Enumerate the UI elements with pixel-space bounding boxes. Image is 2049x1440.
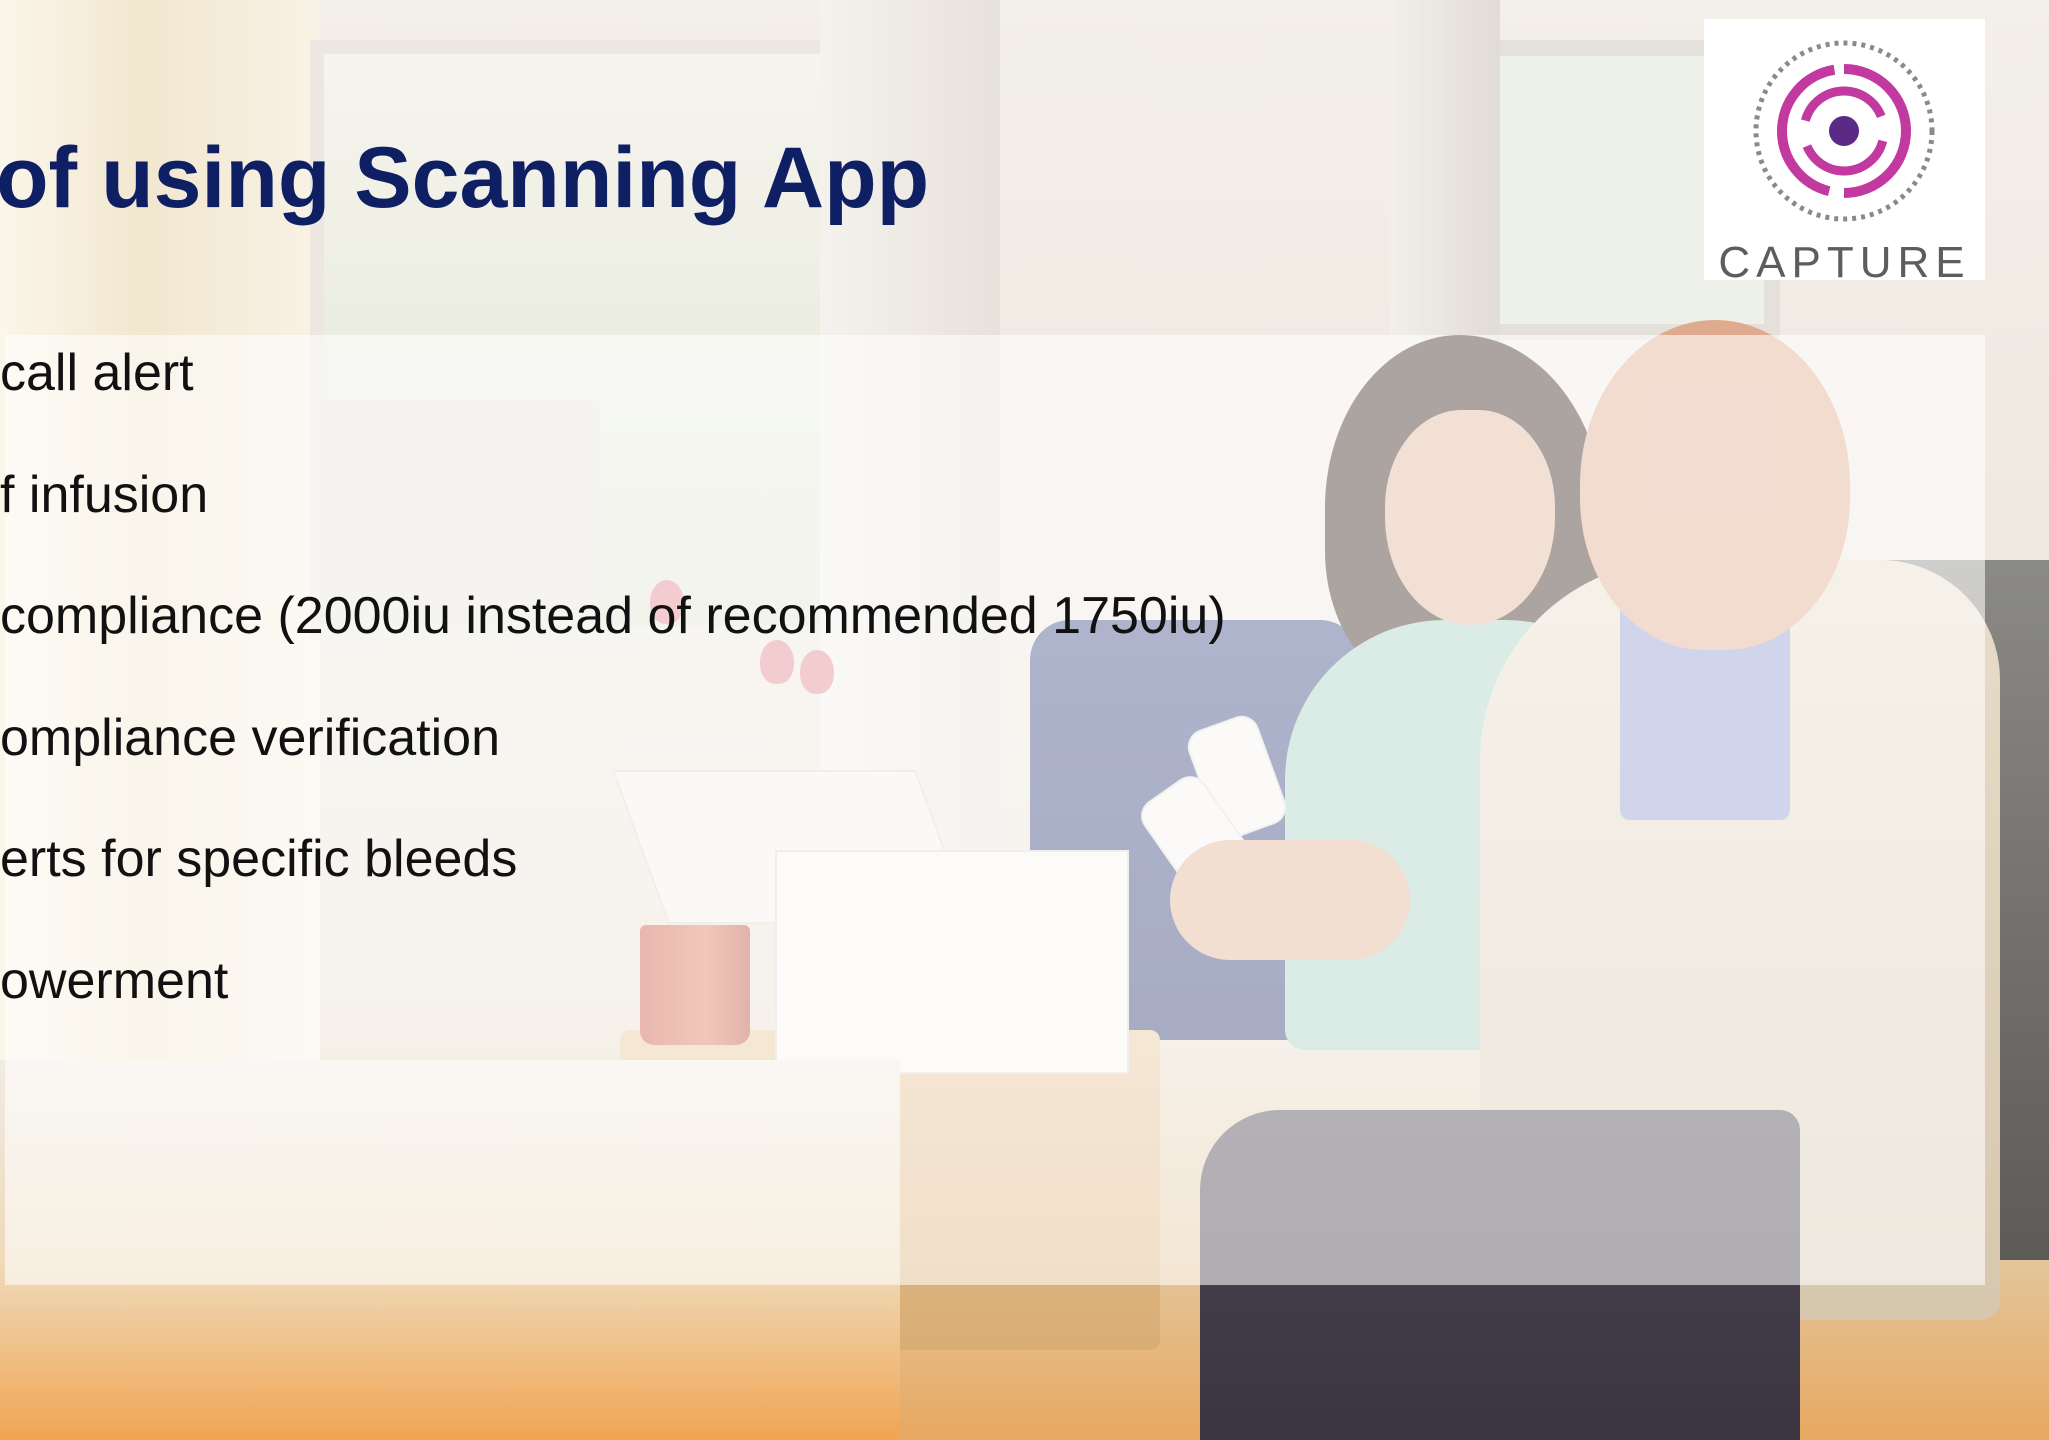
capture-logo: CAPTURE [1704,19,1985,285]
bullet-item: call alert [0,344,194,402]
bullet-item: erts for specific bleeds [0,830,518,888]
bullet-item: owerment [0,951,229,1010]
capture-target-icon [1753,40,1935,222]
logo-text: CAPTURE [1718,238,1971,287]
slide-title: of using Scanning App [0,130,930,226]
bullet-list: call alert f infusion compliance (2000iu… [0,340,1226,1069]
bullet-item: compliance (2000iu instead of recommende… [0,587,1226,645]
bullet-item: ompliance verification [0,708,501,767]
bullet-item: f infusion [0,465,209,524]
